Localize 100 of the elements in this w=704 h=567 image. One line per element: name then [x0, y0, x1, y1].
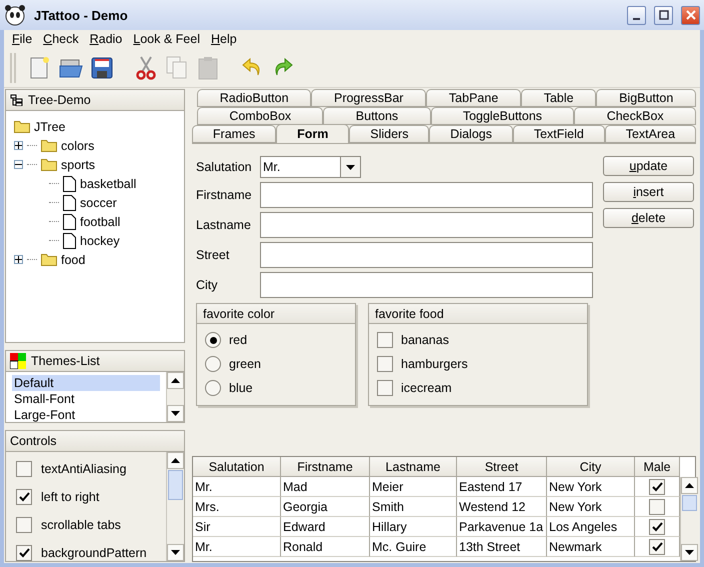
menu-item[interactable]: File: [8, 32, 40, 46]
menu-item[interactable]: Radio: [86, 32, 130, 46]
tree-icon: [10, 94, 23, 106]
list-item[interactable]: Default: [12, 375, 160, 391]
checkbox[interactable]: [377, 380, 393, 396]
table-cell: Meier: [370, 477, 457, 497]
tab[interactable]: TextArea: [604, 125, 696, 143]
checkbox[interactable]: [16, 517, 32, 533]
minimize-icon: [633, 18, 640, 20]
tree-node-label[interactable]: football: [80, 214, 120, 228]
checkbox[interactable]: [649, 518, 665, 534]
action-button[interactable]: delete: [603, 208, 694, 228]
list-item[interactable]: Small-Font: [12, 391, 160, 407]
up-arrow-icon: [685, 483, 694, 488]
tree-node-label[interactable]: food: [61, 252, 86, 266]
scroll-up-button[interactable]: [681, 477, 698, 494]
tab[interactable]: ComboBox: [197, 107, 324, 125]
tab[interactable]: TabPane: [426, 89, 522, 107]
check-icon: [652, 522, 662, 532]
tab[interactable]: RadioButton: [197, 89, 312, 107]
radio-button[interactable]: [205, 356, 221, 372]
tab[interactable]: Frames: [192, 125, 276, 143]
tab[interactable]: ProgressBar: [311, 89, 426, 107]
checkbox[interactable]: [377, 332, 393, 348]
scrollbar[interactable]: [166, 372, 184, 422]
table-cell: Parkavenue 1a: [457, 517, 547, 537]
column-header[interactable]: Salutation: [193, 457, 281, 477]
tree-node-label[interactable]: basketball: [80, 176, 136, 190]
checkbox[interactable]: [649, 538, 665, 554]
field-label: Street: [196, 248, 230, 262]
maximize-button[interactable]: [654, 6, 673, 24]
checkbox[interactable]: [16, 461, 32, 477]
scroll-thumb[interactable]: [682, 495, 697, 511]
down-arrow-icon: [346, 164, 355, 170]
tab[interactable]: Table: [521, 89, 596, 107]
expand-toggle[interactable]: [14, 255, 23, 264]
collapse-toggle[interactable]: [14, 160, 23, 169]
column-header[interactable]: Male: [635, 457, 680, 477]
checkbox[interactable]: [377, 356, 393, 372]
tab[interactable]: TextField: [512, 125, 605, 143]
tab[interactable]: Form: [276, 124, 350, 143]
scrollbar[interactable]: [166, 452, 184, 561]
minimize-button[interactable]: [627, 6, 646, 24]
field-label: Lastname: [196, 218, 252, 232]
scroll-thumb[interactable]: [168, 470, 183, 500]
tab[interactable]: ToggleButtons: [430, 107, 574, 125]
table-cell: Newmark: [547, 537, 635, 557]
column-header[interactable]: Street: [457, 457, 547, 477]
checkbox[interactable]: [649, 478, 665, 494]
scroll-down-button[interactable]: [167, 405, 184, 422]
radio-label: blue: [229, 381, 253, 395]
radio-button[interactable]: [205, 380, 221, 396]
close-button[interactable]: [681, 6, 700, 24]
color-grid-icon: [10, 353, 26, 369]
scroll-up-button[interactable]: [167, 452, 184, 469]
scroll-up-button[interactable]: [167, 372, 184, 389]
scrollbar[interactable]: [680, 477, 698, 561]
input-field[interactable]: [260, 212, 593, 238]
tab[interactable]: CheckBox: [574, 107, 696, 125]
field-label: Salutation: [196, 160, 253, 174]
menu-item[interactable]: Help: [206, 32, 244, 46]
tree-node-label[interactable]: soccer: [80, 196, 117, 210]
column-header[interactable]: Lastname: [370, 457, 457, 477]
tab[interactable]: Buttons: [323, 107, 431, 125]
toolbar-grip[interactable]: [10, 52, 16, 82]
scroll-down-button[interactable]: [167, 544, 184, 561]
tab[interactable]: Dialogs: [429, 125, 513, 143]
dropdown-arrow-button[interactable]: [340, 157, 360, 177]
tree-node-label[interactable]: hockey: [80, 234, 120, 248]
menu-item[interactable]: Look & Feel: [129, 32, 207, 46]
input-field[interactable]: [260, 242, 593, 268]
down-arrow-icon: [171, 411, 180, 416]
scroll-down-button[interactable]: [681, 544, 698, 561]
checkbox-label: scrollable tabs: [41, 518, 121, 532]
checkbox[interactable]: [16, 489, 32, 505]
clipboard-icon: [198, 56, 218, 80]
check-icon: [652, 482, 662, 492]
input-field[interactable]: [260, 182, 593, 208]
input-field[interactable]: [260, 272, 593, 298]
table-cell: Smith: [370, 497, 457, 517]
action-button[interactable]: insert: [603, 182, 694, 202]
document-icon: [63, 232, 76, 248]
column-header[interactable]: Firstname: [281, 457, 370, 477]
menu-item[interactable]: Check: [39, 32, 86, 46]
tree-node-label[interactable]: colors: [61, 138, 94, 152]
tree-node-label[interactable]: sports: [61, 158, 96, 172]
tree-node-label[interactable]: JTree: [34, 120, 66, 134]
list-item[interactable]: Large-Font: [12, 407, 160, 423]
action-button[interactable]: update: [603, 156, 694, 176]
checkbox[interactable]: [649, 498, 665, 514]
radio-button[interactable]: [205, 332, 221, 348]
expand-toggle[interactable]: [14, 141, 23, 150]
document-icon: [63, 194, 76, 210]
tab[interactable]: Sliders: [349, 125, 430, 143]
tab[interactable]: BigButton: [596, 89, 696, 107]
column-header[interactable]: City: [547, 457, 635, 477]
check-icon: [18, 548, 30, 558]
table-cell: Mrs.: [193, 497, 281, 517]
checkbox[interactable]: [16, 545, 32, 561]
salutation-dropdown[interactable]: Mr.: [260, 156, 361, 178]
